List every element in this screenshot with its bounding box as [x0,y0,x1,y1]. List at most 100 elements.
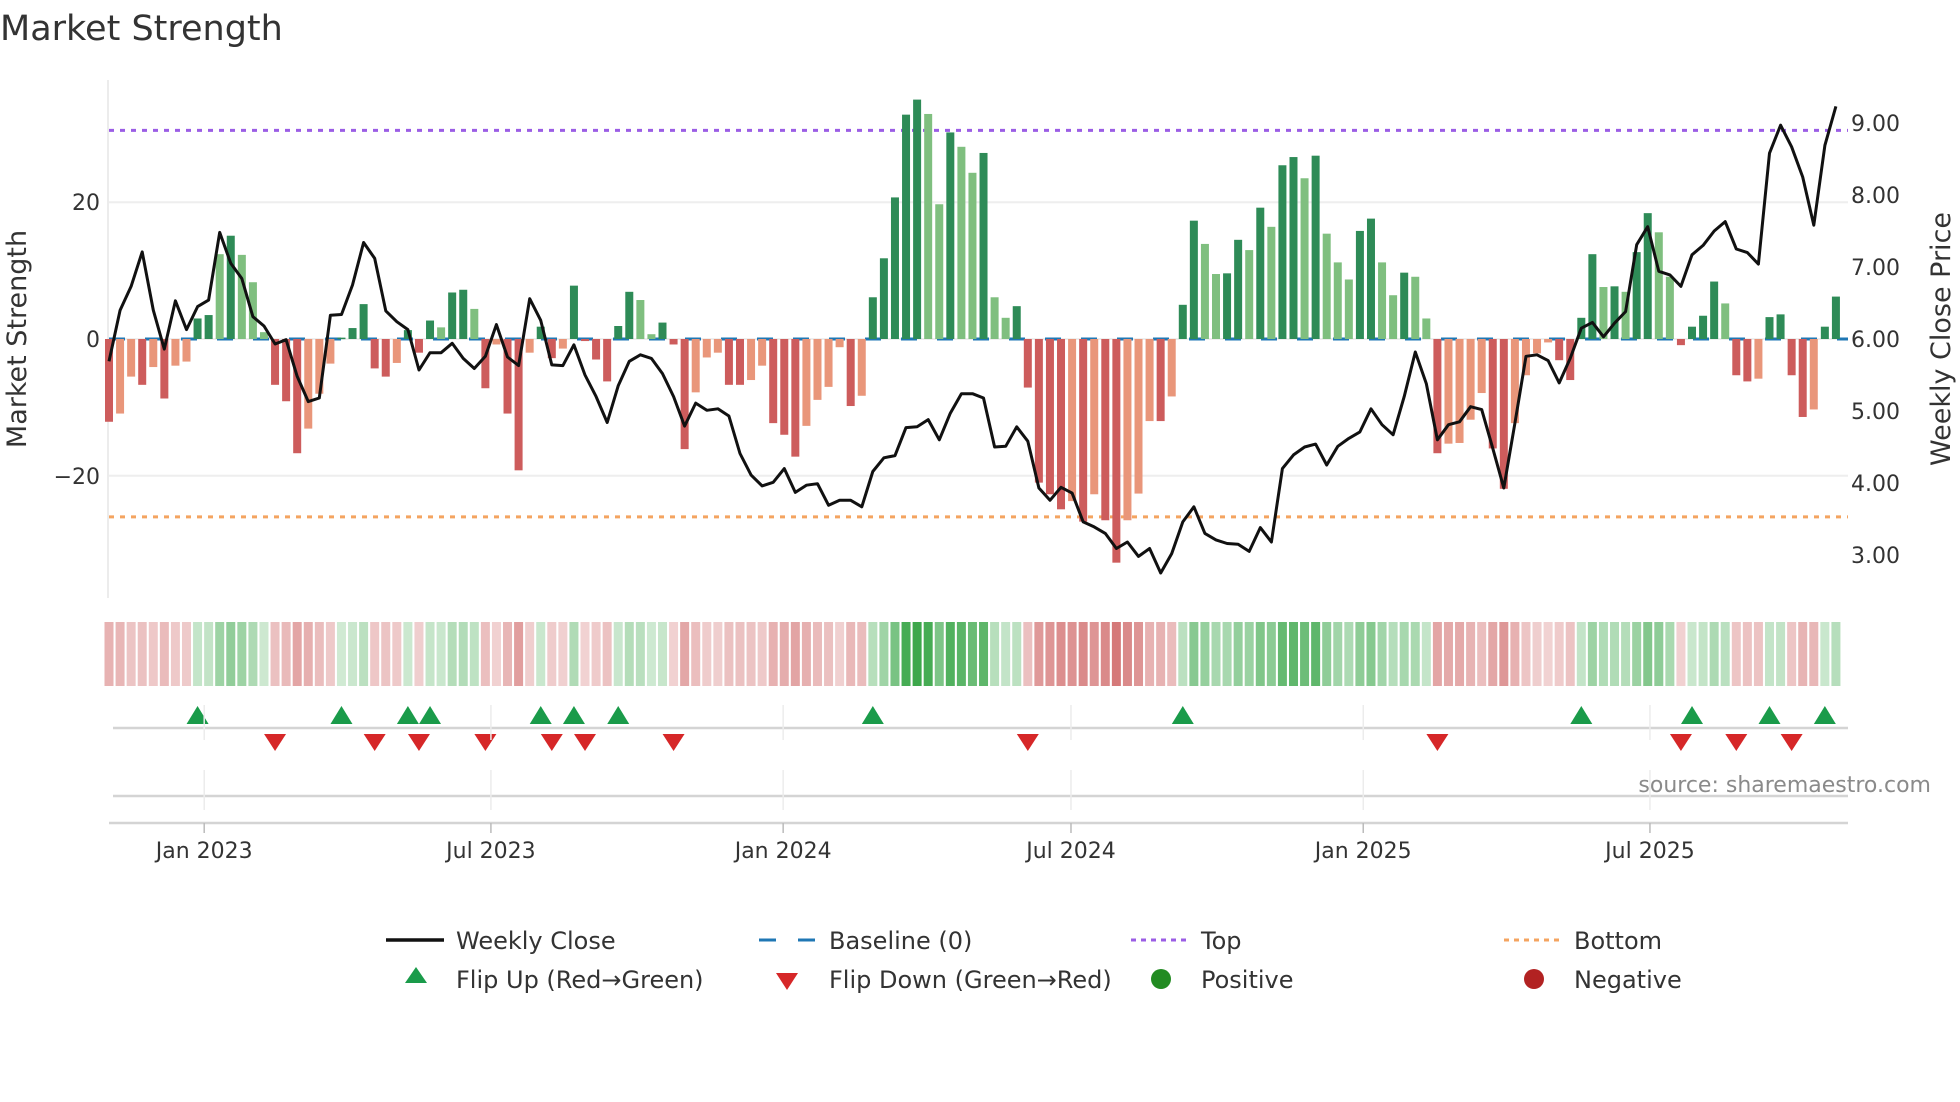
band-cell [1222,622,1232,686]
strength-bar [1776,314,1785,339]
band-cell [1455,622,1465,686]
band-cell [1089,622,1099,686]
legend-item: Baseline (0) [759,927,972,955]
band-cell [1499,622,1509,686]
strength-bar [614,326,623,339]
flip-up-marker [1681,706,1704,724]
band-cell [148,622,158,686]
strength-bar [1101,339,1110,521]
band-cell [1277,622,1287,686]
band-cell [1122,622,1132,686]
band-cell [1676,622,1686,686]
strength-bar [1787,339,1796,376]
band-cell [547,622,557,686]
flip-down-marker [1669,734,1692,751]
flip-marker-panel [109,706,1848,825]
strength-bar [592,339,601,360]
band-cell [990,622,1000,686]
right-tick-label: 3.00 [1851,544,1900,569]
legend-item: Top [1131,927,1242,955]
band-cell [381,622,391,686]
strength-bar [1167,339,1176,397]
strength-bar [149,339,158,368]
strength-bar [1189,220,1198,339]
strength-bar [1134,339,1143,494]
band-cell [1576,622,1586,686]
flip-up-marker [861,706,884,724]
band-cell [1543,622,1553,686]
band-cell [812,622,822,686]
band-cell [436,622,446,686]
band-cell [1311,622,1321,686]
band-cell [215,622,225,686]
band-cell [1720,622,1730,686]
flip-down-marker [474,734,497,751]
strength-bar [1488,339,1497,449]
flip-up-marker [562,706,585,724]
band-cell [159,622,169,686]
strength-bar [171,339,180,366]
band-cell [1189,622,1199,686]
band-cell [1610,622,1620,686]
band-cell [746,622,756,686]
band-cell [1698,622,1708,686]
circle-icon [1151,969,1171,989]
market-strength-chart: Market Strength 20 0 −20 9.00 8.00 7.00 6.00 5… [0,9,1957,994]
band-cell [170,622,180,686]
band-cell [1532,622,1542,686]
strength-bar [1278,165,1287,339]
band-cell [126,622,136,686]
band-cell [204,622,214,686]
band-cell [336,622,346,686]
strength-bar [1710,281,1719,339]
band-cell [137,622,147,686]
band-cell [846,622,856,686]
strength-bar [359,304,368,339]
strength-bar [990,297,999,339]
band-cell [1765,622,1774,686]
band-cell [536,622,546,686]
strength-bar [713,339,722,353]
band-cell [1787,622,1797,686]
band-cell [613,622,623,686]
band-cell [314,622,324,686]
flip-down-marker [540,734,563,751]
flip-down-marker [363,734,386,751]
strength-bar [337,337,346,340]
strength-bar [625,291,634,339]
strength-bar [1544,339,1553,343]
strength-bar [470,308,479,339]
band-cell [1134,622,1144,686]
strength-bar [603,339,612,382]
strength-bar [1366,218,1375,339]
strength-bar [1001,317,1010,339]
band-cell [591,622,601,686]
legend-label: Positive [1201,966,1294,994]
strength-bar [1057,339,1066,510]
strength-bar [1654,232,1663,339]
band-cell [1156,622,1166,686]
strength-bar [1289,157,1298,339]
band-cell [1477,622,1487,686]
band-cell [669,622,679,686]
band-cell [1333,622,1343,686]
strength-bar [1344,279,1353,339]
strength-bar [747,339,756,381]
flip-down-marker [662,734,685,751]
strength-bar [1145,339,1154,422]
strength-bar [769,339,778,424]
strength-bar [1333,262,1342,339]
strength-bar [890,197,899,339]
strength-bar [1090,339,1099,495]
band-cell [104,622,114,686]
band-cell [348,622,358,686]
strength-bar [204,315,213,339]
band-cell [226,622,236,686]
strength-bar [669,339,678,345]
band-cell [1255,622,1265,686]
band-cell [1288,622,1298,686]
strength-bar [381,339,390,377]
strength-heat-band [104,622,1841,686]
strength-bar [1234,239,1243,339]
strength-bar [957,146,966,339]
